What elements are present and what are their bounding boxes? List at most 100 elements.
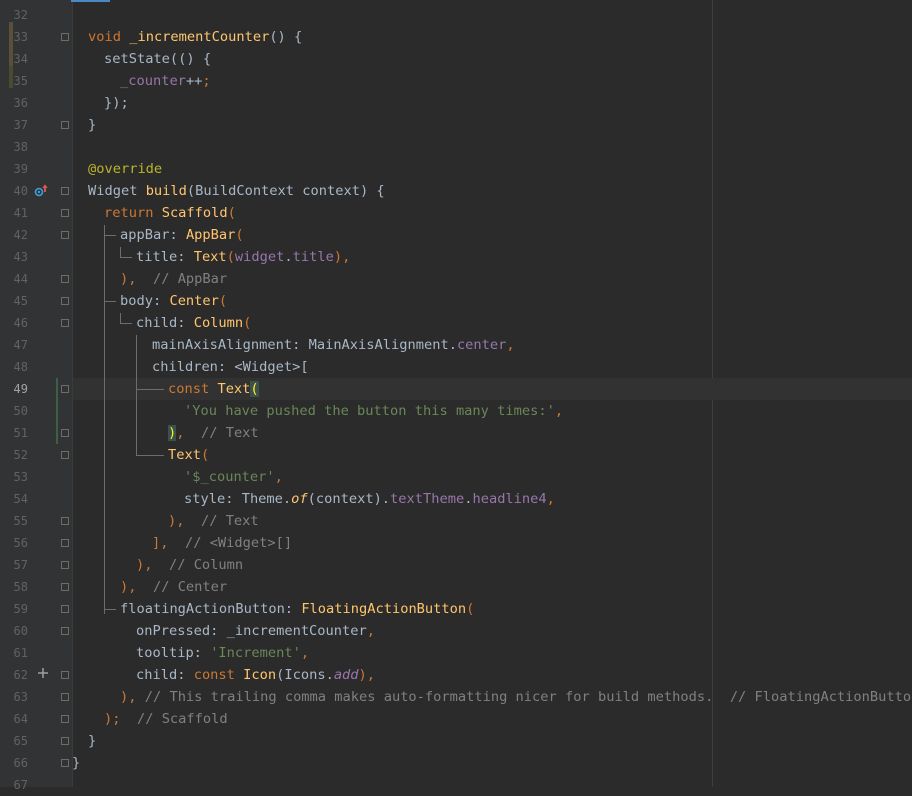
string-literal: '$_counter' [184,469,275,485]
code-line-62[interactable]: child: const Icon(Icons.add), [136,664,375,686]
code-line-66[interactable]: } [72,752,80,774]
fold-toggle-icon[interactable] [61,693,69,701]
code-line-50[interactable]: 'You have pushed the button this many ti… [184,400,563,422]
line-number: 64 [13,712,28,726]
code-line-58[interactable]: ), // Center [120,576,227,598]
line-number: 55 [13,514,28,528]
closing-label: // Text [200,513,259,529]
code-line-47[interactable]: mainAxisAlignment: MainAxisAlignment.cen… [152,334,515,356]
class-name: Scaffold [161,205,228,221]
named-arg: mainAxisAlignment: [152,337,301,353]
punctuation: ), [358,667,376,683]
code-line-33[interactable]: void _incrementCounter() { [88,26,302,48]
punctuation: , [274,469,283,485]
class-name: FloatingActionButton [301,601,467,617]
closing-label: // Center [152,579,228,595]
code-line-42[interactable]: appBar: AppBar( [120,224,244,246]
fold-toggle-icon[interactable] [61,187,69,195]
fold-toggle-icon[interactable] [61,385,69,393]
code-line-35[interactable]: _counter++; [120,70,211,92]
line-number: 37 [13,118,28,132]
punctuation: , [366,623,375,639]
code-text: } [88,733,97,749]
fold-toggle-icon[interactable] [61,671,69,679]
line-number: 48 [13,360,28,374]
code-line-51[interactable]: ), // Text [168,422,259,444]
closing-label: // Text [200,425,259,441]
code-line-48[interactable]: children: <Widget>[ [152,356,309,378]
code-text: }); [104,95,129,111]
code-line-59[interactable]: floatingActionButton: FloatingActionButt… [120,598,474,620]
fold-toggle-icon[interactable] [61,121,69,129]
class-name: Text [168,447,201,463]
code-line-36[interactable]: }); [104,92,129,114]
indent-guide [120,257,132,258]
line-number: 58 [13,580,28,594]
punctuation: ( [227,205,236,221]
named-arg: style: [184,491,234,507]
fold-toggle-icon[interactable] [61,759,69,767]
fold-toggle-icon[interactable] [61,627,69,635]
fold-toggle-icon[interactable] [61,737,69,745]
code-line-57[interactable]: ), // Column [136,554,243,576]
code-line-34[interactable]: setState(() { [104,48,211,70]
fold-toggle-icon[interactable] [61,319,69,327]
code-line-54[interactable]: style: Theme.of(context).textTheme.headl… [184,488,555,510]
code-text: _incrementCounter [226,623,367,639]
fold-toggle-icon[interactable] [61,275,69,283]
code-line-65[interactable]: } [88,730,96,752]
code-line-56[interactable]: ], // <Widget>[] [152,532,292,554]
code-line-45[interactable]: body: Center( [120,290,227,312]
override-marker-icon[interactable] [34,184,48,201]
fold-toggle-icon[interactable] [61,209,69,217]
code-line-49[interactable]: const Text( [168,378,259,400]
line-number: 63 [13,690,28,704]
punctuation: , [506,337,515,353]
code-text: (BuildContext context) { [186,183,385,199]
punctuation: . [448,337,457,353]
fold-toggle-icon[interactable] [61,451,69,459]
line-number: 62 [13,668,28,682]
fold-toggle-icon[interactable] [61,297,69,305]
vcs-change-marker[interactable] [56,378,58,444]
fold-toggle-icon[interactable] [61,539,69,547]
matched-bracket: ) [168,425,177,441]
line-number: 54 [13,492,28,506]
punctuation: ( [218,293,228,309]
named-arg: floatingActionButton: [120,601,294,617]
code-line-52[interactable]: Text( [168,444,209,466]
fold-toggle-icon[interactable] [61,517,69,525]
fold-toggle-icon[interactable] [61,429,69,437]
code-line-39[interactable]: @override [88,158,162,180]
code-line-61[interactable]: tooltip: 'Increment', [136,642,309,664]
class-name: Text [193,249,227,265]
code-text: (Icons. [276,667,334,683]
fold-toggle-icon[interactable] [61,583,69,591]
code-line-43[interactable]: title: Text(widget.title), [136,246,350,268]
punctuation: ), [120,689,137,705]
punctuation: ), [136,557,153,573]
named-arg: child: [136,315,186,331]
code-line-60[interactable]: onPressed: _incrementCounter, [136,620,375,642]
fold-toggle-icon[interactable] [61,715,69,723]
code-line-46[interactable]: child: Column( [136,312,251,334]
code-line-64[interactable]: ); // Scaffold [104,708,228,730]
fold-toggle-icon[interactable] [61,33,69,41]
code-line-44[interactable]: ), // AppBar [120,268,227,290]
annotation: @override [88,161,163,177]
code-line-37[interactable]: } [88,114,96,136]
code-line-55[interactable]: ), // Text [168,510,259,532]
code-line-63[interactable]: ), // This trailing comma makes auto-for… [120,686,912,708]
named-arg: appBar: [120,227,178,243]
named-arg: body: [120,293,162,309]
code-line-40[interactable]: Widget build(BuildContext context) { [88,180,385,202]
plus-icon[interactable] [37,667,49,682]
code-editor[interactable]: 32 33 34 35 36 37 38 39 40 41 42 43 44 45 46 47 48 49 50 51… [0,0,912,792]
fold-toggle-icon[interactable] [61,231,69,239]
fold-toggle-icon[interactable] [61,561,69,569]
code-line-53[interactable]: '$_counter', [184,466,283,488]
code-line-41[interactable]: return Scaffold( [104,202,236,224]
fold-toggle-icon[interactable] [61,605,69,613]
line-number: 57 [13,558,28,572]
line-number: 41 [13,206,28,220]
